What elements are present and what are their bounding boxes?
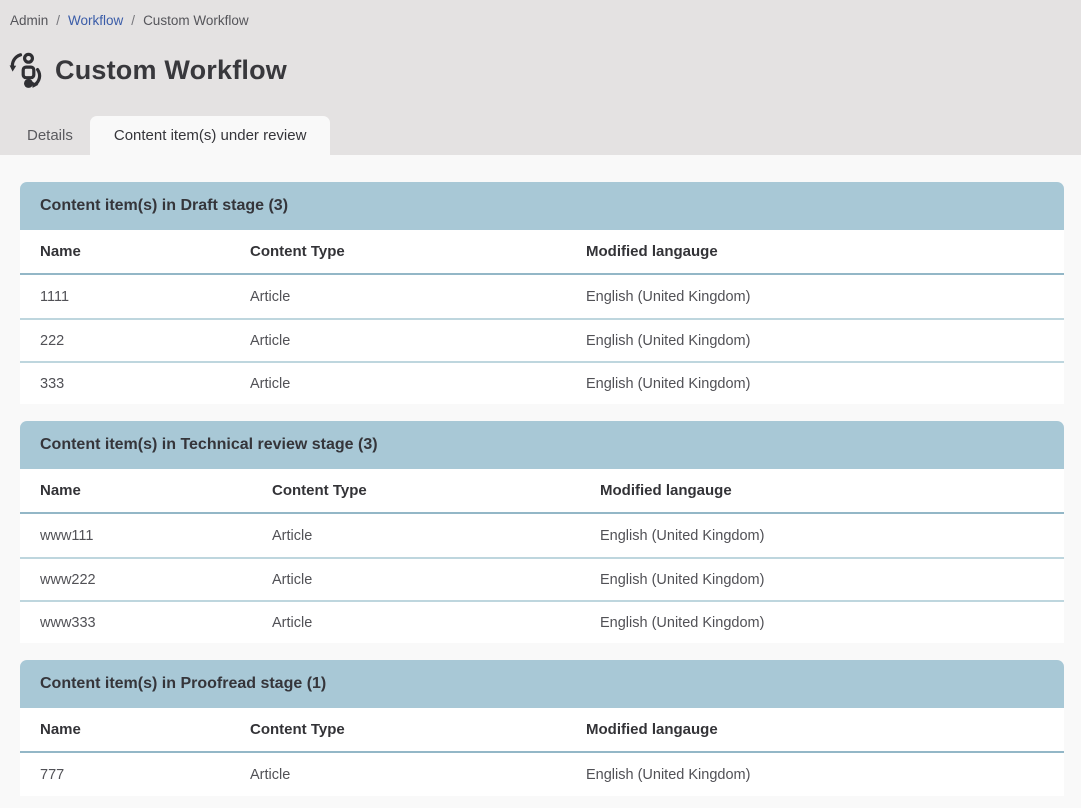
table-cell: 1111: [20, 289, 230, 305]
workflow-icon: [8, 52, 44, 88]
table-cell: English (United Kingdom): [566, 767, 1064, 783]
table-cell: 222: [20, 333, 230, 349]
breadcrumb-separator: /: [56, 13, 60, 28]
table-row: 222ArticleEnglish (United Kingdom): [20, 318, 1064, 361]
table-cell: English (United Kingdom): [580, 615, 1064, 631]
sections: Content item(s) in Draft stage (3)NameCo…: [0, 155, 1081, 796]
table-cell: 777: [20, 767, 230, 783]
table-header-row: NameContent TypeModified langauge: [20, 708, 1064, 753]
table-row: www333ArticleEnglish (United Kingdom): [20, 600, 1064, 643]
table-row: www222ArticleEnglish (United Kingdom): [20, 557, 1064, 600]
table-cell: Article: [230, 289, 566, 305]
table-header-row: NameContent TypeModified langauge: [20, 230, 1064, 275]
table-row: 1111ArticleEnglish (United Kingdom): [20, 275, 1064, 318]
page-header: Admin / Workflow / Custom Workflow Custom Wo…: [0, 0, 1081, 155]
title-row: Custom Workflow: [8, 52, 1081, 88]
table-cell: Article: [230, 333, 566, 349]
table-cell: Article: [230, 376, 566, 392]
stage-section: Content item(s) in Draft stage (3)NameCo…: [20, 182, 1064, 404]
table-cell: Article: [230, 767, 566, 783]
table-cell: Article: [252, 572, 580, 588]
table-row: 777ArticleEnglish (United Kingdom): [20, 753, 1064, 796]
table-cell: English (United Kingdom): [566, 333, 1064, 349]
breadcrumb-item[interactable]: Workflow: [68, 13, 123, 28]
breadcrumb-item: Admin: [10, 13, 48, 28]
stage-section: Content item(s) in Proofread stage (1)Na…: [20, 660, 1064, 796]
table-row: 333ArticleEnglish (United Kingdom): [20, 361, 1064, 404]
table-cell: 333: [20, 376, 230, 392]
breadcrumb-separator: /: [131, 13, 135, 28]
table-cell: www222: [20, 572, 252, 588]
column-header: Content Type: [252, 482, 580, 499]
column-header: Name: [20, 243, 230, 260]
table-cell: www111: [20, 528, 252, 544]
column-header: Content Type: [230, 243, 566, 260]
stage-section-title: Content item(s) in Technical review stag…: [20, 421, 1064, 469]
table-cell: Article: [252, 528, 580, 544]
table-cell: English (United Kingdom): [580, 528, 1064, 544]
table-cell: Article: [252, 615, 580, 631]
tab-details[interactable]: Details: [10, 116, 90, 155]
table-cell: English (United Kingdom): [580, 572, 1064, 588]
column-header: Modified langauge: [566, 721, 1064, 738]
table-header-row: NameContent TypeModified langauge: [20, 469, 1064, 514]
tab-content-item-s-under-review[interactable]: Content item(s) under review: [90, 116, 331, 155]
table-cell: www333: [20, 615, 252, 631]
breadcrumb-item: Custom Workflow: [143, 13, 249, 28]
table-cell: English (United Kingdom): [566, 289, 1064, 305]
page-title: Custom Workflow: [55, 52, 287, 88]
column-header: Content Type: [230, 721, 566, 738]
column-header: Name: [20, 482, 252, 499]
stage-section-title: Content item(s) in Proofread stage (1): [20, 660, 1064, 708]
column-header: Modified langauge: [566, 243, 1064, 260]
table-cell: English (United Kingdom): [566, 376, 1064, 392]
stage-section-title: Content item(s) in Draft stage (3): [20, 182, 1064, 230]
breadcrumb: Admin / Workflow / Custom Workflow: [0, 0, 1081, 28]
column-header: Modified langauge: [580, 482, 1064, 499]
table-row: www111ArticleEnglish (United Kingdom): [20, 514, 1064, 557]
column-header: Name: [20, 721, 230, 738]
stage-section: Content item(s) in Technical review stag…: [20, 421, 1064, 643]
tab-bar: DetailsContent item(s) under review: [0, 116, 1081, 155]
